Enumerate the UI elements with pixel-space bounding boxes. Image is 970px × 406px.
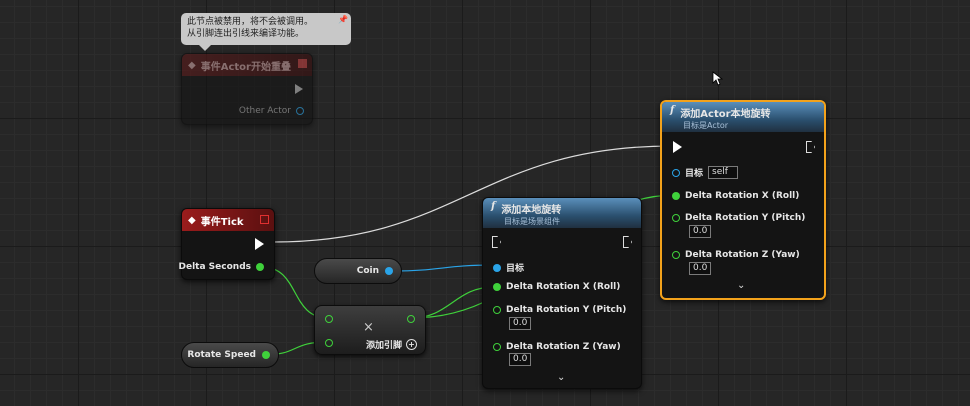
comment-tail	[199, 45, 211, 51]
mouse-cursor-icon	[712, 71, 724, 86]
pitch-value-input[interactable]: 0.0	[689, 225, 712, 238]
pitch-value-input[interactable]: 0.0	[509, 317, 532, 330]
pin-icon[interactable]: 📌	[338, 14, 348, 26]
delta-rotation-roll-pin[interactable]: Delta Rotation X (Roll)	[672, 191, 799, 201]
node-header: ◆ 事件Actor开始重叠	[182, 54, 312, 76]
function-icon: f	[491, 201, 496, 212]
add-local-rotation-node[interactable]: f 添加本地旋转 目标是场景组件 目标 Delta Rotation X (Ro…	[482, 197, 642, 389]
chevron-down-icon[interactable]: ⌄	[557, 372, 565, 383]
disabled-comment-bubble: 此节点被禁用，将不会被调用。 从引脚连出引线来编译功能。 📌	[181, 13, 351, 51]
comment-line-2: 从引脚连出引线来编译功能。	[187, 29, 305, 39]
event-tick-node[interactable]: ◆ 事件Tick Delta Seconds	[179, 208, 275, 280]
float-pin-icon	[493, 343, 501, 351]
delegate-square-icon	[298, 59, 307, 68]
delegate-square-icon	[260, 215, 269, 224]
coin-variable-node[interactable]: Coin	[314, 258, 402, 284]
function-icon: f	[670, 105, 675, 116]
exec-out-pin[interactable]	[295, 84, 303, 94]
object-pin-icon	[493, 263, 501, 272]
target-value-input[interactable]: self	[708, 166, 739, 179]
float-pin-icon[interactable]	[262, 351, 270, 359]
event-diamond-icon: ◆	[188, 214, 196, 226]
exec-out-pin[interactable]	[806, 141, 815, 153]
comment-line-1: 此节点被禁用，将不会被调用。	[187, 17, 314, 27]
delta-rotation-yaw-pin[interactable]: Delta Rotation Z (Yaw)	[493, 342, 621, 352]
exec-in-pin[interactable]	[492, 236, 501, 248]
multiply-input-a-pin[interactable]	[325, 315, 333, 323]
float-pin-icon	[672, 251, 680, 259]
delta-rotation-pitch-pin[interactable]: Delta Rotation Y (Pitch)	[672, 213, 805, 223]
object-pin-icon	[672, 168, 680, 177]
delta-rotation-pitch-pin[interactable]: Delta Rotation Y (Pitch)	[493, 305, 626, 315]
multiply-node[interactable]: × 添加引脚 +	[314, 305, 426, 355]
object-pin-icon[interactable]	[385, 267, 393, 275]
exec-in-pin[interactable]	[673, 141, 682, 153]
node-title: 事件Actor开始重叠	[200, 61, 291, 73]
target-pin[interactable]: 目标 self	[672, 166, 739, 179]
exec-out-pin[interactable]	[255, 238, 264, 250]
rotate-speed-variable-node[interactable]: Rotate Speed	[181, 342, 279, 368]
event-diamond-icon: ◆	[188, 59, 196, 71]
delta-seconds-pin[interactable]: Delta Seconds	[179, 262, 264, 272]
coin-target-wire	[392, 264, 495, 272]
event-actor-begin-overlap-node[interactable]: ◆ 事件Actor开始重叠 Other Actor	[181, 53, 313, 125]
yaw-value-input[interactable]: 0.0	[509, 353, 532, 366]
node-subtitle: 目标是场景组件	[504, 217, 560, 226]
delta-rotation-roll-pin[interactable]: Delta Rotation X (Roll)	[493, 282, 620, 292]
plus-circle-icon: +	[406, 339, 417, 350]
float-pin-icon	[672, 214, 680, 222]
float-pin-icon	[493, 306, 501, 314]
object-pin-icon	[296, 107, 304, 115]
node-title: 事件Tick	[200, 216, 244, 228]
multiply-output-pin[interactable]	[407, 315, 415, 323]
delta-rotation-yaw-pin[interactable]: Delta Rotation Z (Yaw)	[672, 250, 800, 260]
node-header: f 添加Actor本地旋转 目标是Actor	[662, 102, 824, 132]
node-header: f 添加本地旋转 目标是场景组件	[483, 198, 641, 228]
multiply-input-b-pin[interactable]	[325, 339, 333, 347]
float-pin-icon	[493, 283, 501, 291]
yaw-value-input[interactable]: 0.0	[689, 262, 712, 275]
add-pin-button[interactable]: 添加引脚 +	[366, 338, 417, 351]
node-subtitle: 目标是Actor	[683, 121, 729, 130]
exec-out-pin[interactable]	[623, 236, 632, 248]
node-header: ◆ 事件Tick	[182, 209, 274, 231]
chevron-down-icon[interactable]: ⌄	[737, 280, 745, 291]
node-title: 添加本地旋转	[501, 205, 562, 216]
float-pin-icon	[672, 192, 680, 200]
multiply-symbol: ×	[363, 320, 374, 335]
target-pin[interactable]: 目标	[493, 261, 524, 274]
other-actor-pin[interactable]: Other Actor	[239, 106, 304, 116]
add-actor-local-rotation-node[interactable]: f 添加Actor本地旋转 目标是Actor 目标 self Delta Rot…	[660, 100, 826, 300]
node-title: 添加Actor本地旋转	[680, 109, 771, 120]
float-pin-icon	[256, 263, 264, 271]
